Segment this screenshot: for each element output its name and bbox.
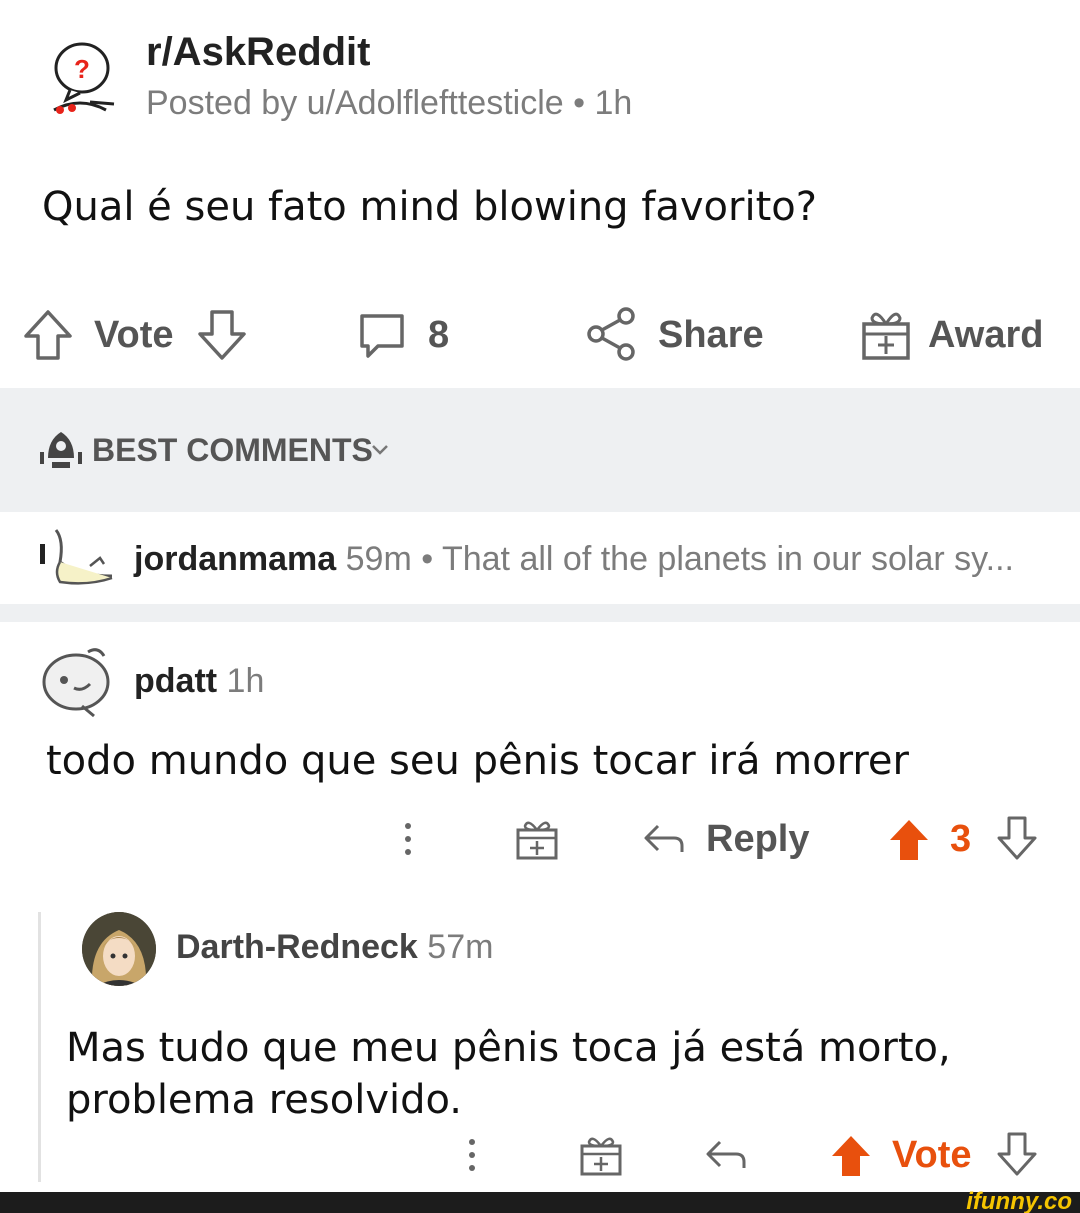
sort-label[interactable]: BEST COMMENTS	[92, 432, 373, 469]
collapsed-comment-row[interactable]: jordanmama 59m • That all of the planets…	[134, 540, 1014, 579]
upvote-filled-icon[interactable]	[888, 818, 930, 862]
subreddit-name[interactable]: r/AskReddit	[146, 30, 371, 75]
share-label[interactable]: Share	[658, 314, 764, 357]
comment-time: 57m	[427, 928, 494, 966]
comment-icon[interactable]	[356, 310, 408, 362]
post-title: Qual é seu fato mind blowing favorito?	[42, 184, 817, 230]
comment-body-line: Mas tudo que meu pênis toca já está mort…	[66, 1025, 951, 1071]
award-label[interactable]: Award	[928, 314, 1043, 357]
comment-body-line: problema resolvido.	[66, 1077, 462, 1123]
downvote-icon[interactable]	[996, 814, 1038, 862]
chevron-down-icon[interactable]	[370, 442, 390, 458]
upvote-icon[interactable]	[22, 308, 74, 362]
comment-header: Darth-Redneck 57m	[176, 928, 493, 967]
watermark: ifunny.co	[966, 1188, 1072, 1213]
post-meta: Posted by u/Adolflefttesticle • 1h	[146, 84, 633, 122]
thread-line[interactable]	[38, 912, 41, 1182]
comment-body: Mas tudo que meu pênis toca já está mort…	[66, 1022, 951, 1126]
more-options-icon[interactable]	[462, 1136, 482, 1176]
comment-time: 1h	[226, 662, 265, 700]
more-options-icon[interactable]	[398, 820, 418, 860]
comment-username[interactable]: pdatt	[134, 662, 217, 700]
rocket-icon	[40, 428, 82, 472]
upvote-filled-icon[interactable]	[830, 1134, 872, 1178]
comment-header: pdatt 1h	[134, 662, 264, 701]
comment-body: todo mundo que seu pênis tocar irá morre…	[46, 738, 909, 784]
user-avatar[interactable]	[38, 526, 116, 592]
reply-icon[interactable]	[642, 820, 686, 858]
watermark-bar	[0, 1192, 1080, 1213]
award-icon[interactable]	[578, 1132, 624, 1178]
award-icon[interactable]	[860, 306, 912, 362]
comment-count[interactable]: 8	[428, 314, 449, 357]
subreddit-avatar[interactable]: ?	[40, 38, 130, 124]
share-icon[interactable]	[586, 306, 638, 362]
vote-label: Vote	[94, 314, 174, 356]
reply-icon[interactable]	[704, 1136, 748, 1174]
comment-username[interactable]: jordanmama	[134, 540, 336, 578]
comment-username[interactable]: Darth-Redneck	[176, 928, 418, 966]
downvote-icon[interactable]	[196, 308, 248, 362]
user-avatar[interactable]	[38, 644, 116, 720]
user-avatar[interactable]	[82, 912, 156, 986]
vote-label: Vote	[892, 1134, 972, 1176]
divider	[0, 604, 1080, 622]
comment-preview: • That all of the planets in our solar s…	[421, 540, 1014, 578]
comment-time: 59m	[345, 540, 412, 578]
svg-text:?: ?	[74, 54, 90, 84]
score: 3	[950, 818, 972, 860]
reply-label[interactable]: Reply	[706, 818, 809, 861]
award-icon[interactable]	[514, 816, 560, 862]
downvote-icon[interactable]	[996, 1130, 1038, 1178]
